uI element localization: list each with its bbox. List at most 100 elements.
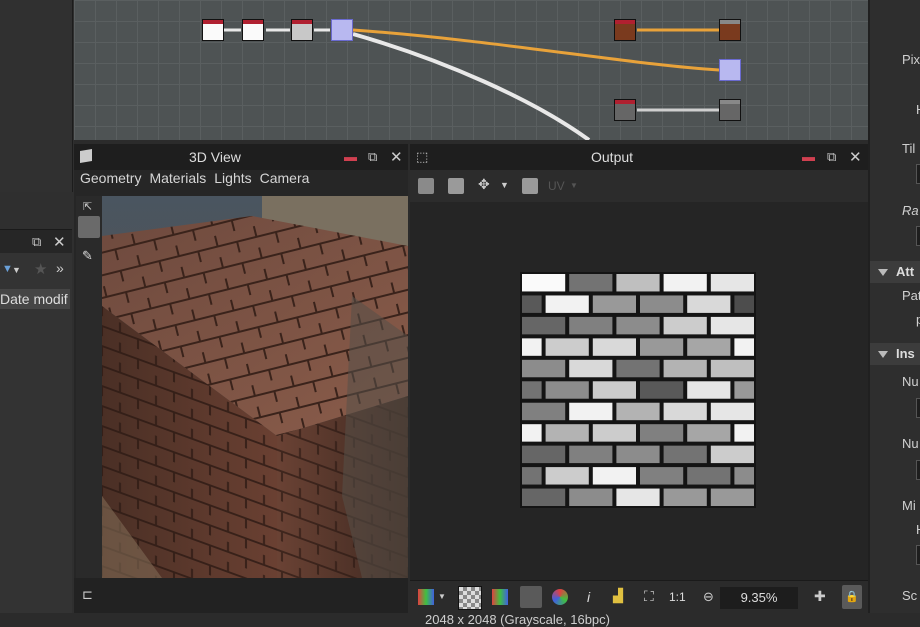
3d-view-menubar: Geometry Materials Lights Camera (74, 170, 408, 196)
graph-node-brown-2[interactable] (719, 19, 741, 41)
brick-tile (569, 402, 613, 421)
output-canvas[interactable]: 2048 x 2048 (Grayscale, 16bpc) (410, 202, 868, 627)
fit-view-icon[interactable]: ⛶ (644, 588, 660, 604)
graph-node-gray-1[interactable] (614, 99, 636, 121)
graph-node-blue[interactable] (719, 59, 741, 81)
filter-chevron-icon[interactable]: ▼ (12, 265, 21, 275)
color-channel-icon[interactable] (418, 589, 434, 605)
brick-tile (545, 295, 589, 313)
graph-node-1[interactable] (202, 19, 224, 41)
node-graph[interactable] (74, 0, 868, 140)
checker-background-icon[interactable] (458, 586, 482, 610)
properties-panel: Pix H Til Ra Att Pat p Ins Nu Nu Mi H Sc (868, 0, 920, 613)
move-icon[interactable]: ✥ (478, 176, 494, 192)
3d-view-footer: ⊏ (74, 578, 408, 613)
lock-icon[interactable]: 🔒 (842, 585, 862, 609)
graph-node-2[interactable] (242, 19, 264, 41)
brick-tile (522, 424, 542, 442)
graph-node-gray-2[interactable] (719, 99, 741, 121)
section-attributes[interactable]: Att (870, 261, 920, 283)
prop-input-3[interactable] (916, 398, 920, 418)
brick-tile (616, 359, 660, 378)
prop-label-pixel: Pix (902, 52, 920, 67)
prop-label-tiling: Til (902, 141, 916, 156)
graph-node-3[interactable] (291, 19, 313, 41)
brick-tile (710, 359, 754, 378)
rgb-view-icon[interactable] (492, 589, 508, 605)
brick-tile (734, 295, 754, 313)
prop-input-2[interactable] (916, 226, 920, 246)
graph-node-4[interactable] (331, 19, 353, 41)
color-swatch-icon[interactable] (552, 589, 568, 605)
channel-dropdown-icon[interactable]: ▼ (438, 592, 454, 608)
pin-icon[interactable]: ▬ (802, 149, 815, 164)
zoom-out-icon[interactable]: ⊖ (703, 589, 714, 605)
section-instance[interactable]: Ins (870, 343, 920, 365)
uv-dropdown[interactable]: UV (548, 179, 565, 193)
brick-tile (616, 316, 660, 335)
menu-camera[interactable]: Camera (260, 170, 310, 186)
brick-tile (545, 381, 589, 399)
output-panel: ⬚ Output ▬ ⧉ ✕ ✥ ▼ UV ▼ 2048 x 2048 (Gra… (410, 144, 868, 627)
brick-tile (687, 424, 731, 442)
more-icon[interactable]: » (56, 260, 64, 276)
brick-texture-preview (520, 272, 756, 508)
brick-tile (545, 424, 589, 442)
close-icon[interactable]: ✕ (53, 233, 66, 251)
scene-tree-icon[interactable]: ⊏ (82, 587, 93, 603)
actual-size-button[interactable]: 1:1 (669, 590, 686, 604)
brick-tile (710, 316, 754, 335)
restore-icon[interactable]: ⧉ (32, 234, 41, 250)
restore-icon[interactable]: ⧉ (827, 149, 836, 165)
copy-icon[interactable] (418, 178, 434, 194)
3d-view-title: 3D View (189, 149, 241, 165)
popout-icon[interactable]: ⇱ (83, 200, 92, 213)
move-dropdown-icon[interactable]: ▼ (500, 180, 516, 196)
light-tool-icon[interactable]: ✎ (82, 248, 93, 264)
save-icon[interactable] (448, 178, 464, 194)
camera-tool-icon[interactable] (78, 216, 100, 238)
brick-tile (734, 424, 754, 442)
prop-label-scale: Sc (902, 588, 918, 603)
brick-tile (522, 467, 542, 485)
brick-tile (522, 445, 566, 464)
star-icon[interactable]: ★ (34, 260, 47, 278)
prop-label-h1: H (916, 102, 920, 117)
graph-node-brown-1[interactable] (614, 19, 636, 41)
output-toolbar: ✥ ▼ UV ▼ (410, 170, 868, 203)
alpha-view-icon[interactable] (520, 586, 542, 608)
close-icon[interactable]: ✕ (849, 148, 862, 166)
output-title: Output (591, 149, 634, 165)
histogram-icon[interactable]: ▟ (613, 588, 629, 604)
brick-tile (640, 338, 684, 356)
pin-icon[interactable]: ▬ (344, 149, 357, 164)
restore-icon[interactable]: ⧉ (368, 149, 377, 165)
brick-tile (734, 381, 754, 399)
menu-materials[interactable]: Materials (149, 170, 206, 186)
zoom-level[interactable]: 9.35% (720, 587, 798, 609)
zoom-in-icon[interactable]: ✚ (814, 588, 826, 605)
brick-tile (522, 359, 566, 378)
prop-input-4[interactable] (916, 460, 920, 480)
close-icon[interactable]: ✕ (390, 148, 403, 166)
prop-label-p: p (916, 312, 920, 327)
info-icon[interactable]: i (587, 589, 590, 605)
library-panel-header: ⧉ ✕ (0, 229, 72, 254)
3d-viewport[interactable] (102, 196, 408, 578)
brick-tile (569, 274, 613, 292)
brick-tile (687, 295, 731, 313)
date-modified-column-header[interactable]: Date modif (0, 289, 70, 309)
prop-label-middle: Mi (902, 498, 916, 513)
snapshot-icon[interactable] (522, 178, 538, 194)
uv-chevron-icon[interactable]: ▼ (570, 181, 578, 190)
prop-input-5[interactable] (916, 545, 920, 565)
prop-input-1[interactable] (916, 164, 920, 184)
brick-tile (522, 488, 566, 506)
brick-tile (592, 467, 636, 485)
brick-tile (640, 424, 684, 442)
brick-tile (569, 445, 613, 464)
menu-lights[interactable]: Lights (214, 170, 251, 186)
menu-geometry[interactable]: Geometry (80, 170, 141, 186)
brick-tile (522, 381, 542, 399)
brick-tile (687, 381, 731, 399)
